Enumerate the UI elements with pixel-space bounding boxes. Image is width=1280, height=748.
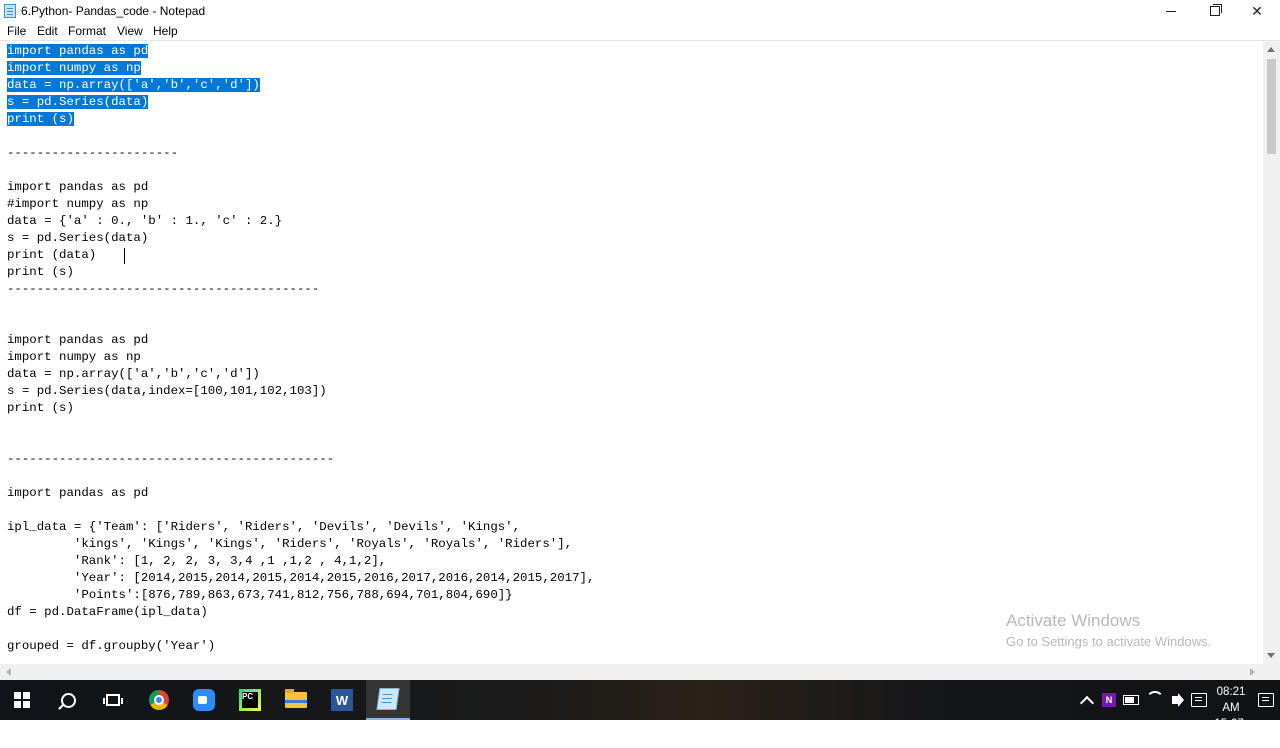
title-bar: 6.Python- Pandas_code - Notepad ✕ [0, 0, 1280, 22]
notepad-icon [4, 4, 16, 18]
code-line: ----------------------- [7, 146, 179, 160]
task-view-icon [103, 694, 123, 706]
code-line: s = pd.Series(data) [7, 231, 149, 245]
horizontal-scrollbar[interactable] [0, 664, 1263, 680]
code-line: data = {'a' : 0., 'b' : 1., 'c' : 2.} [7, 214, 283, 228]
code-line: 'kings', 'Kings', 'Kings', 'Riders', 'Ro… [7, 537, 573, 551]
scroll-up-icon[interactable] [1267, 47, 1275, 52]
taskbar-file-explorer[interactable] [274, 680, 318, 720]
tray-onenote[interactable]: N [1100, 680, 1118, 720]
code-line: grouped = df.groupby('Year') [7, 639, 216, 653]
taskbar-zoom[interactable] [182, 680, 226, 720]
code-line: #import numpy as np [7, 197, 149, 211]
menu-edit[interactable]: Edit [37, 24, 58, 38]
code-line: s = pd.Series(data,index=[100,101,102,10… [7, 384, 327, 398]
code-line: data = np.array(['a','b','c','d']) [7, 367, 260, 381]
code-line: import pandas as pd [7, 333, 149, 347]
menu-file[interactable]: File [7, 24, 26, 38]
word-icon: W [331, 689, 353, 711]
chrome-icon [149, 690, 169, 710]
code-line: 'Points':[876,789,863,673,741,812,756,78… [7, 588, 513, 602]
menu-format[interactable]: Format [68, 24, 106, 38]
zoom-icon [193, 689, 215, 711]
tray-volume[interactable] [1166, 680, 1184, 720]
selected-text: import pandas as pd [7, 44, 149, 58]
search-button[interactable] [46, 680, 90, 720]
close-button[interactable]: ✕ [1234, 0, 1280, 22]
input-indicator-icon [1191, 693, 1207, 707]
onenote-icon: N [1102, 693, 1116, 707]
code-line: 'Rank': [1, 2, 2, 3, 3,4 ,1 ,1,2 , 4,1,2… [7, 554, 387, 568]
code-line: import numpy as np [7, 60, 141, 77]
restore-button[interactable] [1192, 0, 1238, 22]
taskbar-notepad[interactable] [366, 680, 410, 720]
activate-windows-subtitle: Go to Settings to activate Windows. [1006, 634, 1212, 649]
menu-view[interactable]: View [117, 24, 143, 38]
volume-icon [1172, 693, 1184, 707]
code-line: import pandas as pd [7, 486, 149, 500]
tray-network[interactable] [1146, 680, 1164, 720]
scroll-thumb[interactable] [1267, 59, 1276, 154]
code-line: s = pd.Series(data) [7, 94, 149, 111]
action-center-button[interactable] [1256, 680, 1276, 720]
show-hidden-icons-button[interactable] [1078, 680, 1096, 720]
code-line: df = pd.DataFrame(ipl_data) [7, 605, 208, 619]
selected-text: print (s) [7, 112, 74, 126]
taskbar-clock[interactable]: 08:21 AM 15-07-20 [1212, 684, 1250, 748]
restore-icon [1210, 4, 1222, 16]
windows-icon [14, 692, 30, 708]
code-line: import pandas as pd [7, 43, 149, 60]
selected-text: data = np.array(['a','b','c','d']) [7, 78, 260, 92]
pycharm-icon [239, 689, 261, 711]
code-line: ipl_data = {'Team': ['Riders', 'Riders',… [7, 520, 521, 534]
close-icon: ✕ [1251, 2, 1263, 19]
battery-icon [1123, 695, 1139, 705]
minimize-icon [1166, 10, 1176, 12]
clock-date: 15-07-20 [1214, 718, 1248, 746]
scroll-right-icon[interactable] [1250, 668, 1255, 676]
taskbar-word[interactable]: W [320, 680, 364, 720]
code-line: import pandas as pd [7, 180, 149, 194]
code-line: print (s) [7, 401, 74, 415]
menu-bar: File Edit Format View Help [0, 22, 1280, 40]
taskbar-pycharm[interactable] [228, 680, 272, 720]
minimize-button[interactable] [1148, 0, 1194, 22]
taskbar: W N 08:21 AM 15-07-20 [0, 680, 1280, 746]
clock-time: 08:21 AM [1216, 686, 1246, 714]
code-line: print (data) [7, 248, 97, 262]
wifi-icon [1146, 691, 1164, 709]
selected-text: s = pd.Series(data) [7, 95, 149, 109]
task-view-button[interactable] [91, 680, 135, 720]
menu-help[interactable]: Help [153, 24, 178, 38]
taskbar-chrome[interactable] [137, 680, 181, 720]
search-icon [60, 692, 76, 708]
code-line: import numpy as np [7, 350, 141, 364]
activate-windows-title: Activate Windows [1006, 611, 1141, 630]
vertical-scrollbar[interactable] [1263, 41, 1280, 664]
code-line: data = np.array(['a','b','c','d']) [7, 77, 260, 94]
notification-icon [1258, 693, 1274, 707]
code-line: ----------------------------------------… [7, 282, 320, 296]
start-button[interactable] [0, 680, 44, 720]
selected-text: import numpy as np [7, 61, 141, 75]
code-line: 'Year': [2014,2015,2014,2015,2014,2015,2… [7, 571, 595, 585]
text-editor[interactable]: import pandas as pd import numpy as np d… [0, 41, 1263, 664]
code-line: print (s) [7, 111, 74, 128]
scroll-left-icon[interactable] [6, 668, 11, 676]
window-title: 6.Python- Pandas_code - Notepad [21, 4, 206, 18]
tray-keyboard[interactable] [1190, 680, 1208, 720]
scroll-down-icon[interactable] [1267, 653, 1275, 658]
code-line: print (s) [7, 265, 74, 279]
code-line: ----------------------------------------… [7, 452, 335, 466]
scrollbar-corner [1263, 664, 1280, 680]
notepad-icon [376, 688, 400, 710]
folder-icon [285, 689, 307, 708]
text-cursor-icon [124, 248, 126, 264]
tray-power[interactable] [1122, 680, 1140, 720]
chevron-up-icon [1079, 695, 1095, 710]
